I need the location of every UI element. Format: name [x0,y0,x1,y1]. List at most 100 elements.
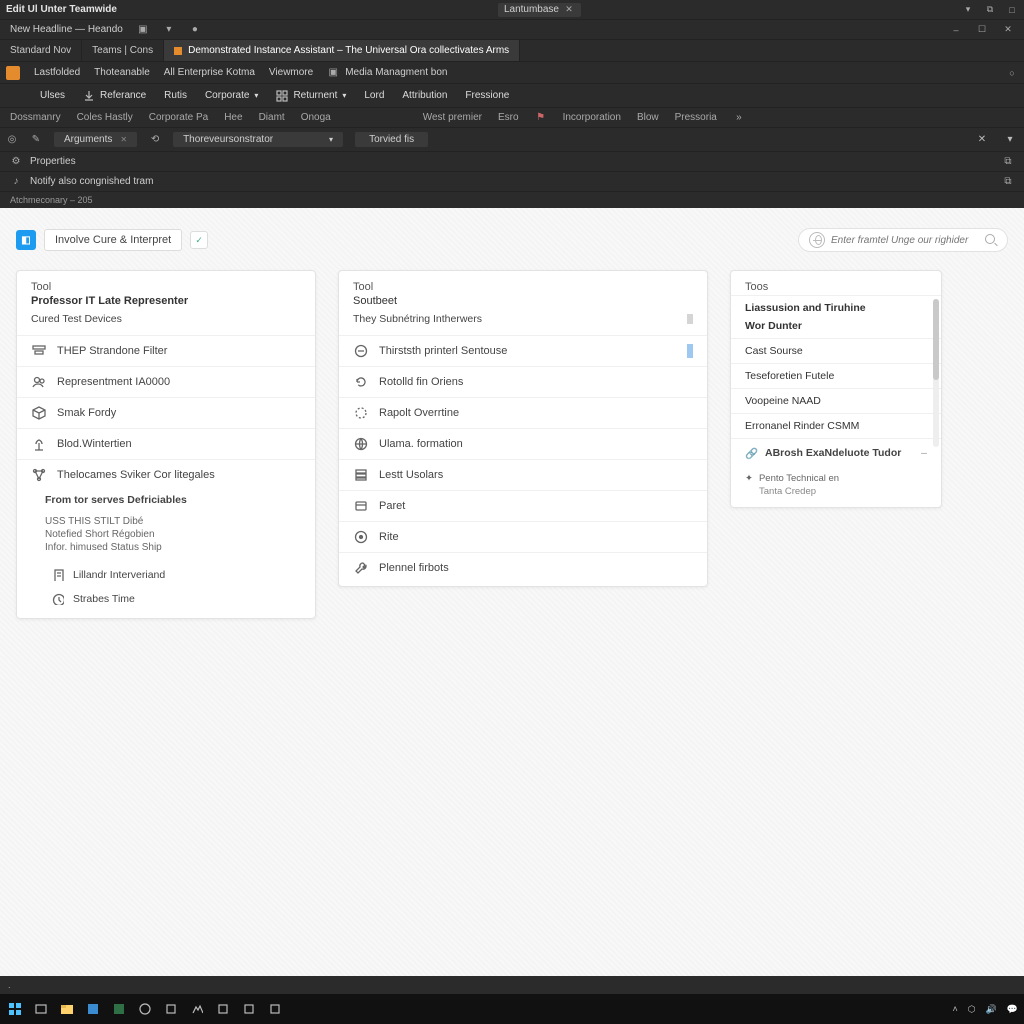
search-box[interactable] [798,228,1008,252]
r2r-3[interactable]: Blow [637,112,659,123]
pill-arguments[interactable]: Arguments ✕ [54,132,137,147]
link-icon[interactable]: ⟲ [149,134,161,146]
search-small-icon[interactable]: ○ [1006,67,1018,79]
r2-4[interactable]: Diamt [259,112,285,123]
ribbon-item-3[interactable]: Corporate▾ [205,90,258,101]
panel-dup-icon[interactable]: ⧉ [1002,176,1014,188]
app4-icon[interactable] [162,1000,180,1018]
close-panel-icon[interactable]: ✕ [974,132,990,148]
r2-5[interactable]: Onoga [301,112,331,123]
file-tab-3[interactable]: Demonstrated Instance Assistant – The Un… [164,40,520,61]
card1-item-1[interactable]: Representment IA0000 [17,366,315,397]
r2r-0[interactable]: West premier [423,112,482,123]
card1-item-0[interactable]: THEP Strandone Filter [17,335,315,366]
card3-row-5[interactable]: Erronanel Rinder CSMM [731,413,941,438]
chevron-down-icon[interactable]: ▾ [329,135,333,144]
card2-item-2[interactable]: Rapolt Overrtine [339,397,707,428]
window-min-icon[interactable]: ▾ [962,4,974,16]
card3-scrollbar[interactable] [933,299,939,447]
r2-1[interactable]: Coles Hastly [77,112,133,123]
dot-icon[interactable]: ● [189,24,201,36]
card3-row-0b[interactable]: Wor Dunter [731,320,941,338]
file-tab-2[interactable]: Teams | Cons [82,40,164,61]
ribbon-item-2[interactable]: Rutis [164,90,187,101]
ribbon-item-7[interactable]: Fressione [465,90,509,101]
maximize-icon[interactable]: ☐ [976,24,988,36]
more-icon[interactable]: » [733,112,745,124]
app5-icon[interactable] [188,1000,206,1018]
close-window-icon[interactable]: ✕ [1002,24,1014,36]
app7-icon[interactable] [240,1000,258,1018]
card3-row-0a[interactable]: Liassusion and Tiruhine [731,295,941,320]
taskview-icon[interactable] [32,1000,50,1018]
app6-icon[interactable] [214,1000,232,1018]
close-icon[interactable]: ✕ [120,135,127,144]
ribbon-item-0[interactable]: Ulses [40,90,65,101]
target-icon[interactable]: ◎ [6,134,18,146]
brush-icon[interactable]: ✎ [30,134,42,146]
ribbon-item-4[interactable]: Returnent▾ [276,90,346,102]
card3-row-2[interactable]: Cast Sourse [731,338,941,363]
app2-icon[interactable] [110,1000,128,1018]
center-tab[interactable]: Lantumbase ✕ [498,3,581,17]
breadcrumb[interactable]: Involve Cure & Interpret [44,229,182,251]
expand-panel-icon[interactable]: ▾ [1002,132,1018,148]
scrollbar-thumb[interactable] [933,299,939,380]
props-tab[interactable]: Torvied fis [355,132,428,147]
card2-item-3[interactable]: Ulama. formation [339,428,707,459]
card3-row-3[interactable]: Teseforetien Futele [731,363,941,388]
tray-net-icon[interactable]: ⬡ [968,1004,976,1015]
r2r-2[interactable]: Incorporation [563,112,621,123]
subtool-item-e[interactable]: ▣Media Managment bon [327,67,447,79]
close-icon[interactable]: ✕ [563,4,575,16]
window-restore-icon[interactable]: ⧉ [984,4,996,16]
card1-item-3[interactable]: Blod.Wintertien [17,428,315,459]
r2r-1[interactable]: Esro [498,112,519,123]
r2r-4[interactable]: Pressoria [675,112,717,123]
app3-icon[interactable] [136,1000,154,1018]
subtool-item-a[interactable]: Lastfolded [34,67,80,78]
app1-icon[interactable] [84,1000,102,1018]
app8-icon[interactable] [266,1000,284,1018]
tray-vol-icon[interactable]: 🔊 [986,1004,997,1015]
tray-up-icon[interactable]: ˄ [952,1004,957,1014]
system-tray[interactable]: ˄ ⬡ 🔊 💬 [952,1004,1018,1015]
subtool-item-b[interactable]: Thoteanable [94,67,150,78]
card2-item-4[interactable]: Lestt Usolars [339,459,707,490]
card1-sub-1[interactable]: Strabes Time [17,587,315,618]
ribbon-item-5[interactable]: Lord [364,90,384,101]
pill-demonstrator[interactable]: Thoreveursonstrator ▾ [173,132,343,147]
ribbon-item-1[interactable]: Referance [83,90,146,102]
card2-item-5[interactable]: Paret [339,490,707,521]
explorer-icon[interactable] [58,1000,76,1018]
card3-emph[interactable]: 🔗 ABrosh ExaNdeluote Tudor – [731,438,941,467]
minimize-icon[interactable]: – [950,24,962,36]
search-icon[interactable] [985,234,997,246]
subtool-item-d[interactable]: Viewmore [269,67,313,78]
r2-0[interactable]: Dossmanry [10,112,61,123]
panel-copy-icon[interactable]: ⧉ [1002,156,1014,168]
breadcrumb-dropdown[interactable]: ✓ [190,231,208,249]
start-icon[interactable] [6,1000,24,1018]
card2-item-1[interactable]: Rotolld fin Oriens [339,366,707,397]
card2-item-0[interactable]: Thirststh printerl Sentouse [339,335,707,366]
ribbon-item-6[interactable]: Attribution [402,90,447,101]
gear-icon[interactable]: ⚙ [10,156,22,168]
subtool-item-c[interactable]: All Enterprise Kotma [164,67,255,78]
r2-2[interactable]: Corporate Pa [149,112,208,123]
chevron-down-icon[interactable]: ▾ [163,24,175,36]
card1-item-4[interactable]: Thelocames Sviker Cor litegales [17,459,315,490]
card1-item-2[interactable]: Smak Fordy [17,397,315,428]
tray-notify-icon[interactable]: 💬 [1007,1004,1018,1015]
flag-icon[interactable]: ⚑ [535,112,547,124]
card2-item-7[interactable]: Plennel firbots [339,552,707,586]
card3-row-4[interactable]: Voopeine NAAD [731,388,941,413]
box-icon[interactable]: ▣ [137,24,149,36]
card2-item-6[interactable]: Rite [339,521,707,552]
minus-icon[interactable]: – [921,447,927,459]
search-input[interactable] [831,235,979,246]
r2-3[interactable]: Hee [224,112,242,123]
window-help-icon[interactable]: □ [1006,4,1018,16]
file-tab-1[interactable]: Standard Nov [0,40,82,61]
bell-icon[interactable]: ♪ [10,176,22,188]
